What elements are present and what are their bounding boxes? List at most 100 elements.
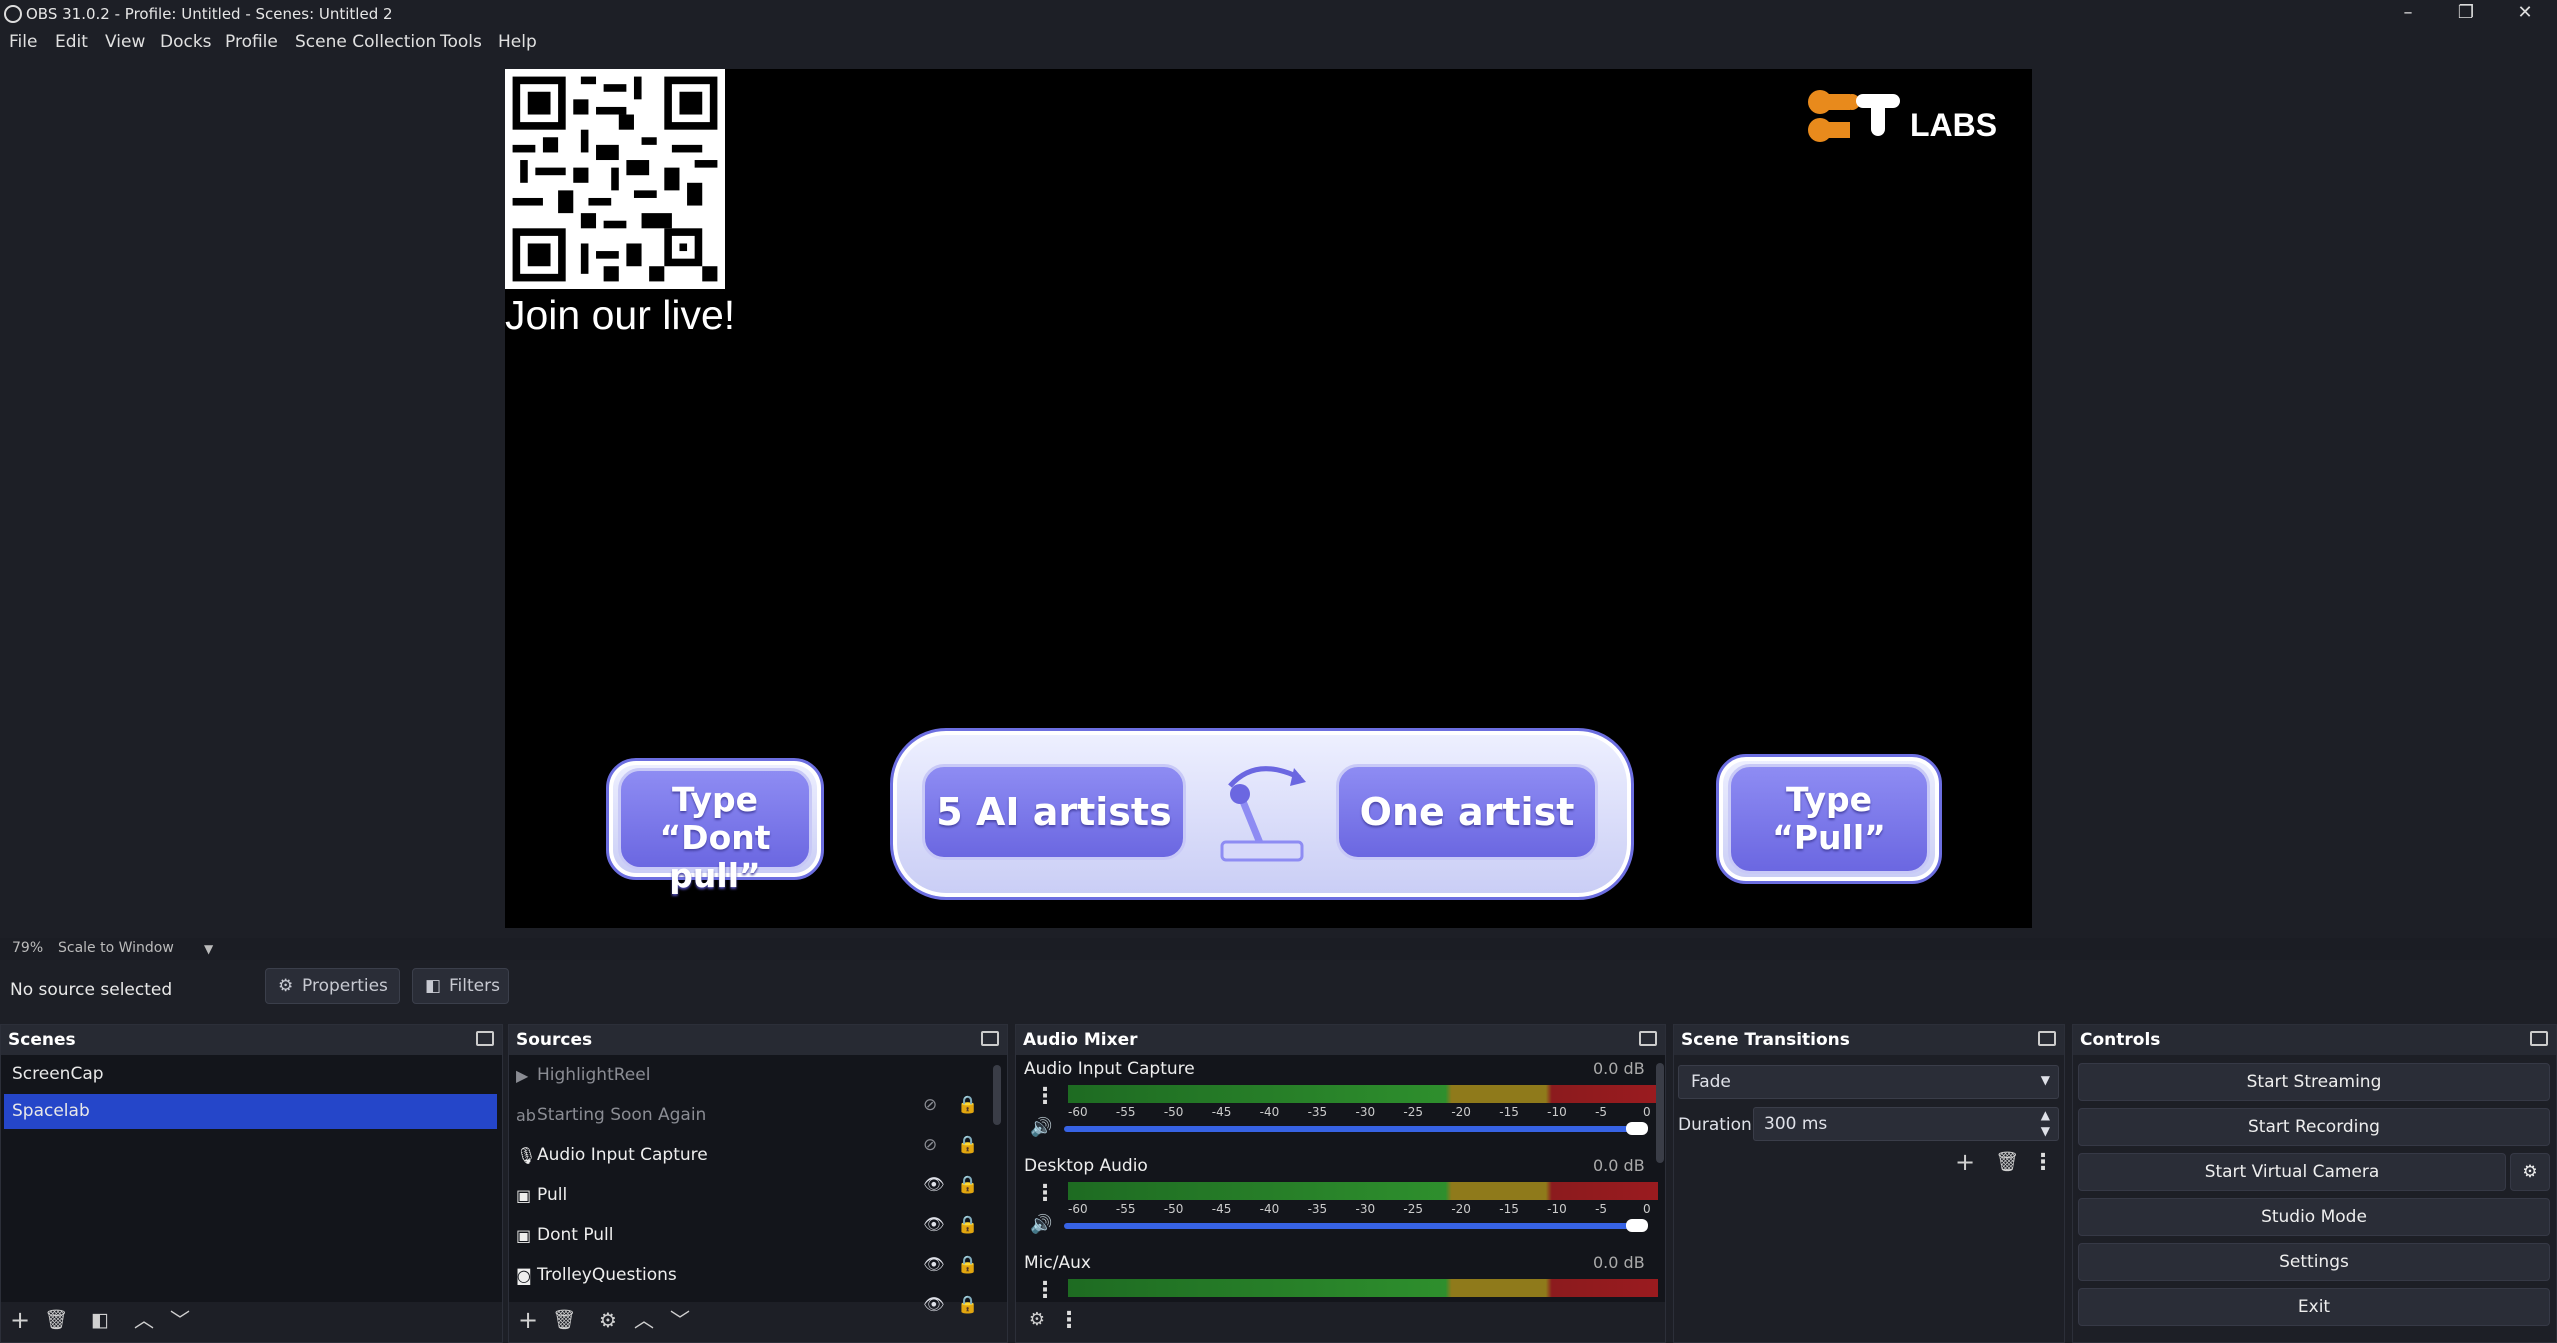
lock-icon[interactable]: 🔒 bbox=[957, 1286, 978, 1324]
close-button[interactable]: ✕ bbox=[2496, 0, 2554, 28]
menu-edit[interactable]: Edit bbox=[55, 32, 88, 52]
filter-icon: ◧ bbox=[425, 976, 442, 996]
add-source-icon[interactable]: + bbox=[515, 1307, 541, 1333]
mixer-scrollbar[interactable] bbox=[1656, 1063, 1664, 1163]
mixer-channels: Audio Input Capture 0.0 dB ⋮ -60 -55 -50 -4… bbox=[1016, 1055, 1665, 1302]
virtual-camera-settings-button[interactable]: ⚙ bbox=[2510, 1153, 2550, 1191]
source-item-trolleyquestions[interactable]: ◙ TrolleyQuestions bbox=[515, 1256, 810, 1294]
scene-item-spacelab[interactable]: Spacelab bbox=[4, 1094, 497, 1129]
menu-tools[interactable]: Tools bbox=[440, 32, 482, 52]
speaker-icon[interactable]: 🔊 bbox=[1030, 1214, 1052, 1235]
undock-icon[interactable] bbox=[1639, 1031, 1657, 1046]
menu-file[interactable]: File bbox=[9, 32, 37, 52]
source-label: Audio Input Capture bbox=[537, 1145, 708, 1165]
duration-value: 300 ms bbox=[1764, 1114, 1828, 1134]
lock-icon[interactable]: 🔒 bbox=[957, 1166, 978, 1204]
start-streaming-button[interactable]: Start Streaming bbox=[2078, 1063, 2550, 1101]
source-item-audio-input-capture[interactable]: 🎙 Audio Input Capture bbox=[515, 1136, 810, 1174]
volume-slider-handle[interactable] bbox=[1626, 1122, 1648, 1135]
eye-icon[interactable]: 👁 bbox=[923, 1206, 945, 1244]
move-down-icon[interactable]: ﹀ bbox=[667, 1307, 693, 1333]
volume-slider-handle[interactable] bbox=[1626, 1219, 1648, 1232]
eye-icon[interactable]: 👁 bbox=[923, 1246, 945, 1284]
properties-button[interactable]: ⚙ Properties bbox=[265, 968, 400, 1004]
menu-scene-collection[interactable]: Scene Collection bbox=[295, 32, 436, 52]
audio-mixer-dock: Audio Mixer Audio Input Capture 0.0 dB ⋮… bbox=[1015, 1024, 1666, 1343]
volume-slider[interactable] bbox=[1064, 1126, 1636, 1132]
decrement-icon[interactable]: ▼ bbox=[2041, 1124, 2050, 1138]
meter-tick-label: -25 bbox=[1403, 1105, 1424, 1119]
mixer-channel-name: Mic/Aux bbox=[1024, 1253, 1091, 1273]
window-title: OBS 31.0.2 - Profile: Untitled - Scenes:… bbox=[26, 5, 393, 23]
settings-button[interactable]: Settings bbox=[2078, 1243, 2550, 1281]
eye-icon[interactable]: 👁 bbox=[923, 1286, 945, 1324]
remove-scene-icon[interactable]: 🗑 bbox=[43, 1307, 69, 1333]
move-up-icon[interactable]: ︿ bbox=[131, 1307, 157, 1333]
meter-tick-label: -60 bbox=[1068, 1105, 1088, 1119]
scene-filters-icon[interactable]: ◧ bbox=[87, 1307, 113, 1333]
eye-icon[interactable]: 👁 bbox=[923, 1166, 945, 1204]
lock-icon[interactable]: 🔒 bbox=[957, 1206, 978, 1244]
source-properties-icon[interactable]: ⚙ bbox=[595, 1307, 621, 1333]
restore-button[interactable]: ❐ bbox=[2437, 0, 2495, 28]
remove-source-icon[interactable]: 🗑 bbox=[551, 1307, 577, 1333]
zoom-mode[interactable]: Scale to Window bbox=[58, 940, 174, 956]
lock-icon[interactable]: 🔒 bbox=[957, 1126, 978, 1164]
increment-icon[interactable]: ▲ bbox=[2041, 1108, 2050, 1122]
minimize-button[interactable]: – bbox=[2379, 0, 2437, 28]
meter-ticks: -60 -55 -50 -45 -40 -35 -30 -25 -20 -15 -10 -5 0 bbox=[1068, 1105, 1658, 1121]
play-icon: ▶ bbox=[516, 1066, 529, 1085]
qr-caption: Join our live! bbox=[505, 292, 736, 338]
mixer-settings-icon[interactable]: ⚙ bbox=[1024, 1307, 1050, 1333]
audio-meter bbox=[1068, 1279, 1658, 1297]
hidden-eye-icon[interactable]: ⊘ bbox=[923, 1086, 937, 1124]
remove-transition-icon[interactable]: 🗑 bbox=[1994, 1149, 2020, 1175]
scene-item-screencap[interactable]: ScreenCap bbox=[4, 1057, 497, 1092]
exit-button[interactable]: Exit bbox=[2078, 1288, 2550, 1326]
meter-tick-label: -45 bbox=[1211, 1202, 1232, 1216]
source-item-highlightreel[interactable]: ▶ HighlightReel bbox=[515, 1056, 810, 1094]
sources-header: Sources bbox=[509, 1025, 1007, 1055]
menu-profile[interactable]: Profile bbox=[225, 32, 278, 52]
source-label: HighlightReel bbox=[537, 1065, 651, 1085]
transition-menu-icon[interactable]: ⋮ bbox=[2032, 1152, 2054, 1174]
lock-icon[interactable]: 🔒 bbox=[957, 1246, 978, 1284]
add-transition-icon[interactable]: + bbox=[1952, 1149, 1978, 1175]
channel-menu-icon[interactable]: ⋮ bbox=[1034, 1280, 1056, 1302]
sources-scrollbar[interactable] bbox=[993, 1065, 1001, 1125]
menu-docks[interactable]: Docks bbox=[160, 32, 212, 52]
menu-help[interactable]: Help bbox=[498, 32, 537, 52]
start-virtual-camera-button[interactable]: Start Virtual Camera bbox=[2078, 1153, 2506, 1191]
undock-icon[interactable] bbox=[2038, 1031, 2056, 1046]
type-pull-line2: “Pull” bbox=[1772, 818, 1886, 857]
channel-menu-icon[interactable]: ⋮ bbox=[1034, 1183, 1056, 1205]
transition-select[interactable]: Fade ▼ bbox=[1678, 1065, 2059, 1099]
mixer-channel-db: 0.0 dB bbox=[1593, 1253, 1645, 1272]
meter-tick-label: -25 bbox=[1403, 1202, 1424, 1216]
move-up-icon[interactable]: ︿ bbox=[631, 1307, 657, 1333]
mixer-channel-name: Audio Input Capture bbox=[1024, 1059, 1195, 1079]
source-item-pull[interactable]: ▣ Pull bbox=[515, 1176, 810, 1214]
speaker-icon[interactable]: 🔊 bbox=[1030, 1117, 1052, 1138]
studio-mode-button[interactable]: Studio Mode bbox=[2078, 1198, 2550, 1236]
start-recording-button[interactable]: Start Recording bbox=[2078, 1108, 2550, 1146]
meter-tick-label: -10 bbox=[1547, 1105, 1567, 1119]
filters-button[interactable]: ◧ Filters bbox=[412, 968, 509, 1004]
menu-view[interactable]: View bbox=[105, 32, 145, 52]
channel-menu-icon[interactable]: ⋮ bbox=[1034, 1086, 1056, 1108]
volume-slider[interactable] bbox=[1064, 1223, 1636, 1229]
meter-tick-label: -15 bbox=[1499, 1105, 1519, 1119]
undock-icon[interactable] bbox=[981, 1031, 999, 1046]
move-down-icon[interactable]: ﹀ bbox=[167, 1307, 193, 1333]
undock-icon[interactable] bbox=[476, 1031, 494, 1046]
source-item-starting-soon-again[interactable]: ab Starting Soon Again bbox=[515, 1096, 810, 1134]
zoom-dropdown-icon[interactable]: ▼ bbox=[204, 942, 213, 956]
qr-code bbox=[505, 69, 725, 289]
lock-icon[interactable]: 🔒 bbox=[957, 1086, 978, 1124]
hidden-eye-icon[interactable]: ⊘ bbox=[923, 1126, 937, 1164]
mixer-menu-icon[interactable]: ⋮ bbox=[1058, 1310, 1080, 1332]
duration-input[interactable]: 300 ms ▲ ▼ bbox=[1753, 1107, 2059, 1141]
source-item-dont-pull[interactable]: ▣ Dont Pull bbox=[515, 1216, 810, 1254]
undock-icon[interactable] bbox=[2530, 1031, 2548, 1046]
add-scene-icon[interactable]: + bbox=[7, 1307, 33, 1333]
